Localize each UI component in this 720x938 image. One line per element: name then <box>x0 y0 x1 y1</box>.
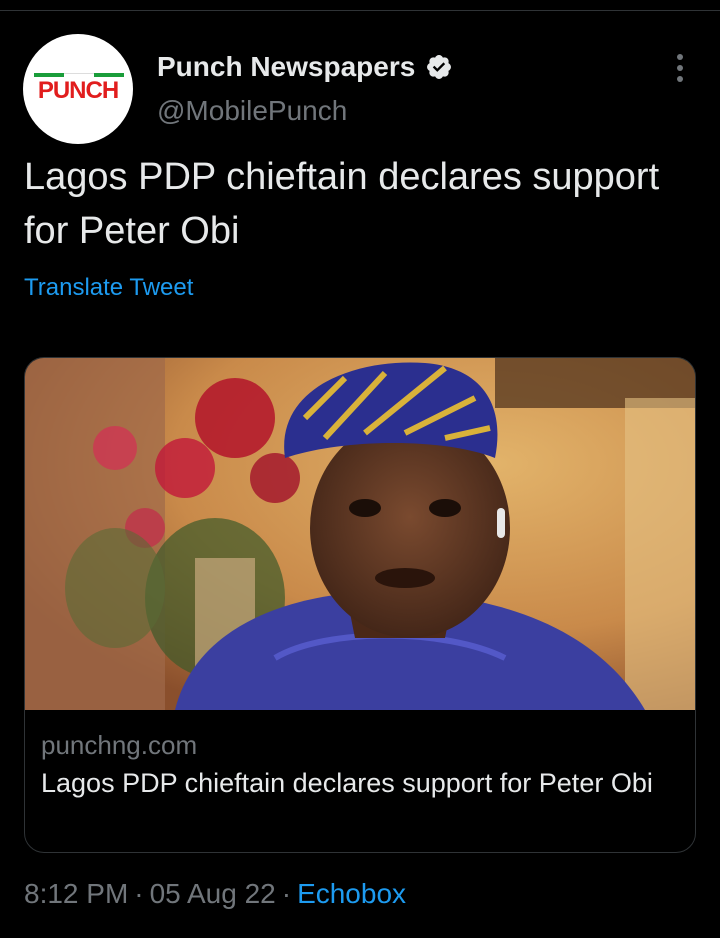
translate-tweet-link[interactable]: Translate Tweet <box>24 272 193 304</box>
author-handle[interactable]: @MobilePunch <box>157 94 347 128</box>
author-name-row[interactable]: Punch Newspapers <box>157 50 453 84</box>
top-divider <box>0 10 720 11</box>
card-domain[interactable]: punchng.com <box>41 728 197 762</box>
more-dot <box>677 76 683 82</box>
avatar[interactable]: PUNCH <box>23 34 133 144</box>
logo-text: PUNCH <box>37 77 119 104</box>
display-name[interactable]: Punch Newspapers <box>157 50 415 84</box>
meta-separator: · <box>281 878 292 909</box>
more-options-button[interactable] <box>662 50 698 86</box>
verified-badge-icon <box>425 53 453 81</box>
more-dot <box>677 65 683 71</box>
tweet-meta: 8:12 PM · 05 Aug 22 · Echobox <box>24 876 406 912</box>
link-preview-card[interactable]: punchng.com Lagos PDP chieftain declares… <box>24 357 696 853</box>
tweet-time[interactable]: 8:12 PM <box>24 878 128 909</box>
tweet-text: Lagos PDP chieftain declares support for… <box>24 156 660 252</box>
tweet-date[interactable]: 05 Aug 22 <box>150 878 276 909</box>
more-vertical-icon <box>677 54 683 60</box>
card-title[interactable]: Lagos PDP chieftain declares support for… <box>41 764 681 802</box>
tweet-detail-screen: PUNCH Punch Newspapers @MobilePunch Lago… <box>0 0 720 938</box>
tweet-source-link[interactable]: Echobox <box>297 878 406 909</box>
meta-separator: · <box>134 878 144 909</box>
card-photo[interactable] <box>25 358 695 710</box>
punch-logo: PUNCH <box>28 69 128 109</box>
